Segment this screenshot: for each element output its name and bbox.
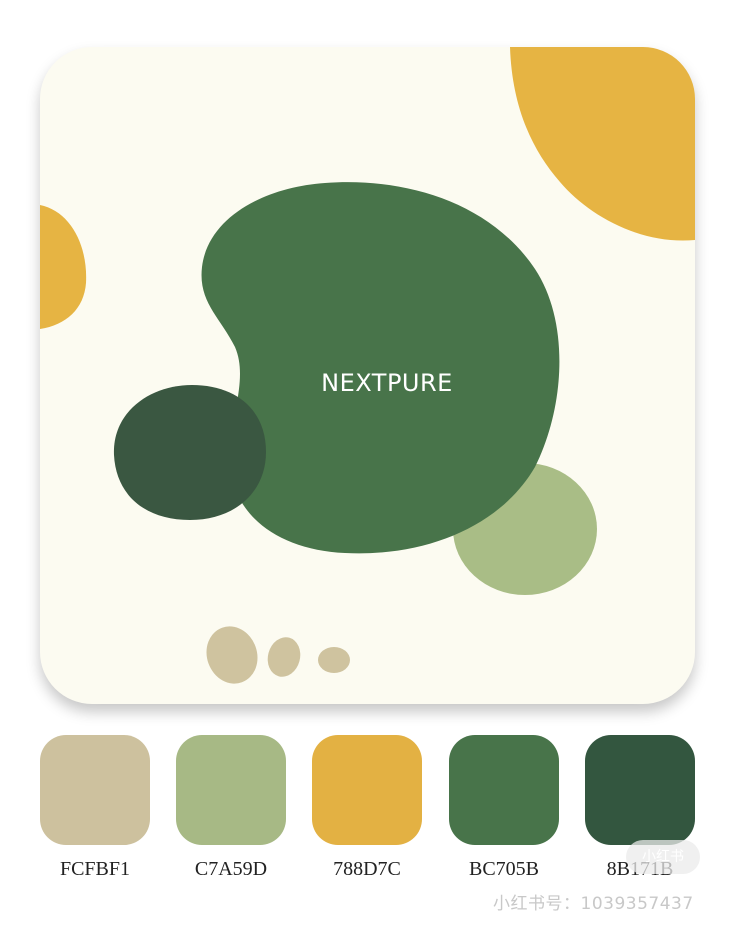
swatch-code-4: BC705B <box>468 858 540 880</box>
yellow-blob-left <box>40 205 87 329</box>
main-green-blob <box>201 182 560 554</box>
yellow-blob-top-right <box>510 47 695 241</box>
swatch-3 <box>312 735 422 845</box>
swatch-5 <box>585 735 695 845</box>
swatch-code-1: FCFBF1 <box>59 858 131 880</box>
poster-card: NEXTPURE <box>40 47 695 704</box>
watermark-badge: 小红书 <box>626 840 700 874</box>
beige-pebble-large <box>206 626 258 684</box>
dark-green-blob <box>113 385 266 520</box>
brand-name: NEXTPURE <box>321 369 453 397</box>
swatch-4 <box>449 735 559 845</box>
watermark-text: 小红书号：1039357437 <box>493 894 694 914</box>
swatch-code-2: C7A59D <box>194 858 268 880</box>
beige-pebble-small <box>318 647 350 673</box>
beige-pebble-medium <box>267 637 301 677</box>
swatch-1 <box>40 735 150 845</box>
swatch-code-3: 788D7C <box>333 858 401 880</box>
swatch-2 <box>176 735 286 845</box>
